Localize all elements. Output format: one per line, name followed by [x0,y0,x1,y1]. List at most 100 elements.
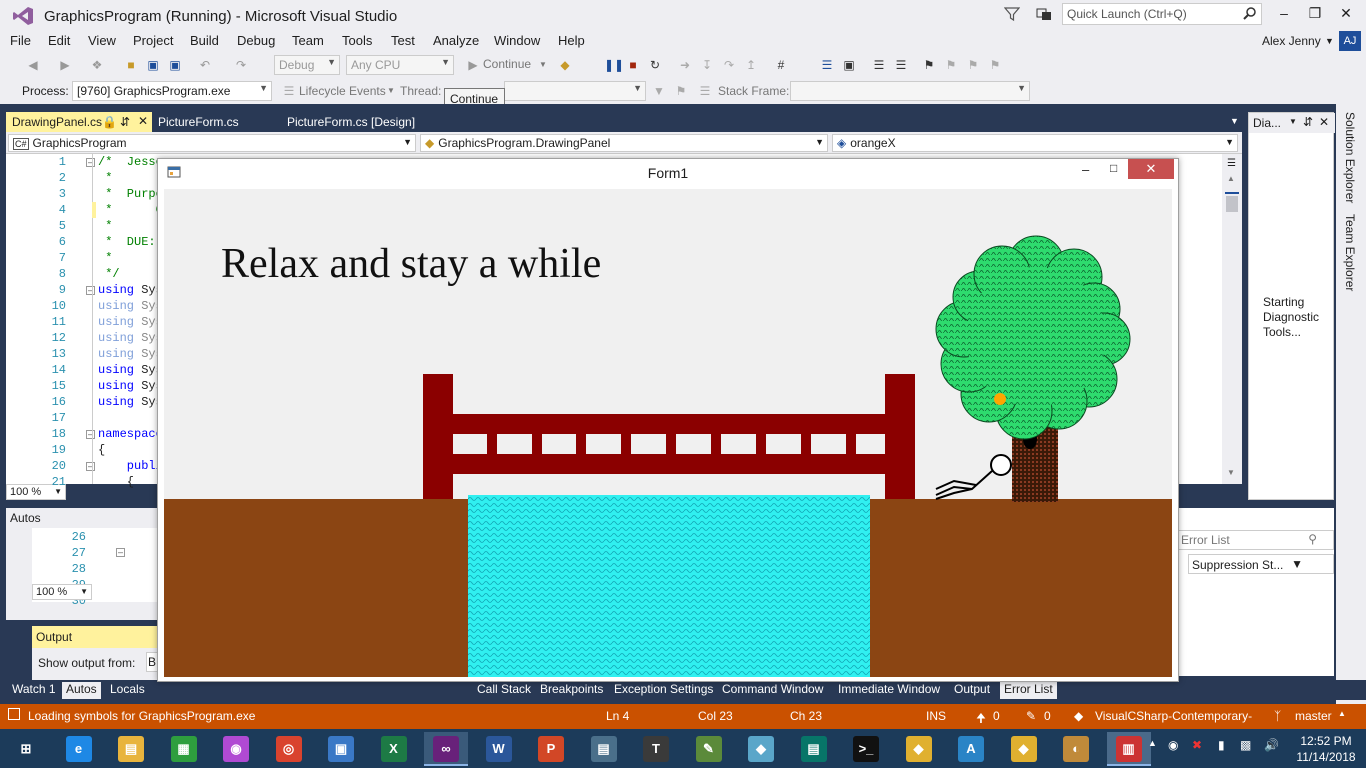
code-line[interactable]: * Purpo [98,186,163,202]
taskbar-picasa-button[interactable]: ◉ [214,732,258,766]
chevron-down-icon[interactable]: ▼ [1284,513,1293,523]
code-line[interactable]: using Sys [98,394,163,410]
filter-icon[interactable] [1004,6,1020,22]
avatar[interactable]: AJ [1339,31,1361,51]
tab-drawingpanel-cs[interactable]: DrawingPanel.cs 🔒 ⇵ ✕ [6,112,152,132]
pin-icon[interactable]: ⇵ [1302,510,1312,524]
tab-autos[interactable]: Autos [62,682,101,699]
code-line[interactable]: using Sys [98,378,163,394]
taskbar-explorer-button[interactable]: ▤ [109,732,153,766]
code-line[interactable]: namespace [98,426,163,442]
menu-file[interactable]: File [10,33,31,48]
taskbar-gallery-button[interactable]: ▥ [1106,732,1151,766]
uncomment-icon[interactable]: ☰ [894,58,908,72]
lifecycle-events-button[interactable]: Lifecycle Events [299,84,386,98]
code-line[interactable]: { [98,474,134,490]
minimize-button[interactable]: – [1274,5,1294,23]
configuration-select[interactable]: Debug ▼ [274,55,340,75]
code-line[interactable]: using Sys [98,298,163,314]
chevron-down-icon[interactable]: ▼ [384,84,398,98]
code-line[interactable]: /* Jesse [98,154,163,170]
restart-icon[interactable]: ↻ [648,58,662,72]
code-line[interactable]: */ [98,266,119,282]
forward-icon[interactable]: ▶ [58,58,72,72]
form-minimize-button[interactable]: – [1082,162,1089,177]
taskbar-paint3d-button[interactable]: ◆ [739,732,783,766]
status-changes-count[interactable]: 0 [1044,709,1051,723]
tab-error-list[interactable]: Error List [1000,682,1057,699]
modules-icon[interactable]: ▣ [842,58,856,72]
split-icon[interactable]: ☰ [1227,158,1236,169]
continue-button[interactable]: Continue [483,57,531,71]
taskbar-paint-button[interactable]: ◐ [1054,732,1098,766]
taskbar-clock[interactable]: 12:52 PM 11/14/2018 [1296,733,1356,765]
network-icon[interactable]: ▩ [1240,738,1251,752]
form1-window[interactable]: Form1 – □ ✕ Relax and stay a while [157,158,1179,682]
autos-zoom-select[interactable]: 100 % ▼ [32,584,92,600]
code-line[interactable]: using Sys [98,346,163,362]
tab-watch-1[interactable]: Watch 1 [8,682,60,696]
scroll-thumb[interactable] [1226,196,1238,212]
process-select[interactable]: [9760] GraphicsProgram.exe ▼ [72,81,272,101]
stop-icon[interactable]: ■ [626,58,640,72]
taskbar-git-button[interactable]: ◆ [897,732,941,766]
code-line[interactable]: using Sys [98,282,163,298]
continue-play-icon[interactable]: ▶ [466,58,480,72]
taskbar-reader-button[interactable]: ▤ [582,732,626,766]
type-select[interactable]: ◆ GraphicsProgram.DrawingPanel ▼ [420,134,828,152]
form-close-button[interactable]: ✕ [1128,159,1174,179]
back-icon[interactable]: ◀ [26,58,40,72]
hex-display-icon[interactable]: # [774,58,788,72]
pin-icon[interactable]: ⇵ [120,115,130,129]
bookmark-icon[interactable]: ⚑ [922,58,936,72]
chevron-down-icon[interactable]: ▼ [536,58,550,72]
code-line[interactable]: { [98,442,105,458]
taskbar-atom-button[interactable]: A [949,732,993,766]
undo-icon[interactable]: ↶ [198,58,212,72]
code-line[interactable]: * [98,250,112,266]
code-line[interactable]: * DUE: [98,234,155,250]
redo-icon[interactable]: ↷ [234,58,248,72]
new-project-icon[interactable]: ❖ [90,58,104,72]
form-title-bar[interactable]: Form1 – □ ✕ [158,159,1178,187]
menu-tools[interactable]: Tools [342,33,372,48]
chevron-up-icon[interactable]: ▲ [1338,709,1346,718]
code-line[interactable]: * C [98,202,163,218]
error-list-column-header[interactable]: Suppression St... ▼ [1188,554,1334,574]
code-line[interactable]: using Sys [98,330,163,346]
step-into-icon[interactable]: ↧ [700,58,714,72]
tab-team-explorer[interactable]: Team Explorer [1343,214,1357,291]
status-branch[interactable]: master [1295,709,1332,723]
drawing-panel[interactable]: Relax and stay a while [164,189,1172,677]
taskbar-ie-button[interactable]: e [57,732,101,766]
scroll-down-icon[interactable]: ▼ [1227,468,1235,477]
tab-command-window[interactable]: Command Window [718,682,827,696]
thread-select[interactable]: ▼ [504,81,646,101]
tab-call-stack[interactable]: Call Stack [473,682,535,696]
tab-output[interactable]: Output [950,682,994,696]
stack-frame-select[interactable]: ▼ [790,81,1030,101]
menu-analyze[interactable]: Analyze [433,33,479,48]
taskbar-cmd-button[interactable]: >_ [844,732,888,766]
filter-icon[interactable]: ▼ [1291,557,1303,571]
user-name[interactable]: Alex Jenny [1262,34,1321,48]
notification-icon[interactable] [8,708,20,720]
tab-exception-settings[interactable]: Exception Settings [610,682,717,696]
tab-breakpoints[interactable]: Breakpoints [536,682,607,696]
pin-icon[interactable]: ⇵ [1303,115,1313,129]
maximize-button[interactable]: ❐ [1305,5,1325,23]
taskbar-powerpoint-button[interactable]: P [529,732,573,766]
clear-bookmarks-icon[interactable]: ⚑ [988,58,1002,72]
taskbar-word-button[interactable]: W [477,732,521,766]
feedback-icon[interactable] [1036,6,1052,22]
form-maximize-button[interactable]: □ [1110,161,1117,175]
step-out-icon[interactable]: ↥ [744,58,758,72]
taskbar-excel-button[interactable]: X [372,732,416,766]
status-unpushed-count[interactable]: 0 [993,709,1000,723]
taskbar-typora-button[interactable]: T [634,732,678,766]
platform-select[interactable]: Any CPU ▼ [346,55,454,75]
editor-vertical-scrollbar[interactable]: ☰ ▲ ▼ [1222,154,1242,484]
tab-solution-explorer[interactable]: Solution Explorer [1343,112,1357,203]
taskbar-sourcetree-button[interactable]: ◆ [1002,732,1046,766]
tray-app-icon[interactable]: ◉ [1168,738,1178,752]
